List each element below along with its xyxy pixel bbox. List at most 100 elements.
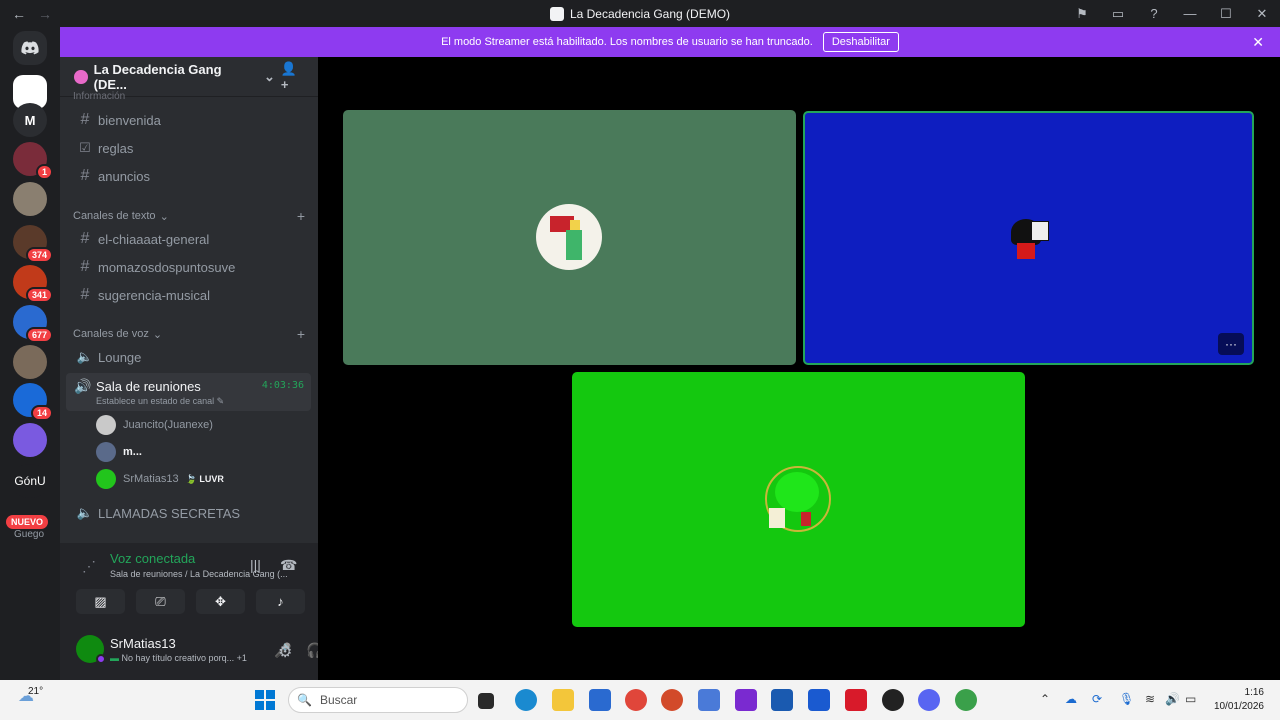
onedrive-icon[interactable]: ☁ <box>1065 692 1077 706</box>
server-icon[interactable]: M <box>13 103 47 137</box>
tile-user-2[interactable]: ··· <box>803 111 1254 365</box>
noise-suppression-icon[interactable]: ||| <box>250 557 261 573</box>
title-bar-controls: ⚑ ▭ ? — ☐ ✕ <box>1064 0 1280 27</box>
channel-bienvenida[interactable]: # bienvenida <box>68 107 310 133</box>
banner-text: El modo Streamer está habilitado. Los no… <box>441 36 813 48</box>
tile-user-1[interactable] <box>343 110 796 365</box>
taskbar-search[interactable]: 🔍 Buscar <box>288 687 468 713</box>
wifi-icon[interactable]: ≋ <box>1145 692 1155 706</box>
activities-icon[interactable]: ✥ <box>196 589 245 614</box>
camera-off-icon[interactable]: ▨ <box>76 589 125 614</box>
server-icon[interactable]: GónU <box>10 464 50 498</box>
app-icon[interactable] <box>771 689 793 711</box>
chevron-down-icon: ⌄ <box>152 328 163 341</box>
channel-reglas[interactable]: ☑ reglas <box>68 135 310 161</box>
back-arrow-icon[interactable]: ← <box>12 6 26 22</box>
server-icon[interactable]: 14 <box>13 383 53 421</box>
clipchamp-icon[interactable] <box>735 689 757 711</box>
channel-label: Sala de reuniones <box>96 379 201 394</box>
category-label: Canales de texto <box>73 210 156 222</box>
username[interactable]: SrMatias13 <box>110 636 176 651</box>
chevron-up-icon[interactable]: ⌃ <box>1040 692 1050 706</box>
voice-channel-sala[interactable]: 🔊 Sala de reuniones 4:03:36 Establece un… <box>66 373 311 411</box>
server-icon[interactable]: 1 <box>13 142 53 180</box>
channel-general[interactable]: # el-chiaaaat-general <box>68 226 310 252</box>
app-icon[interactable] <box>698 689 720 711</box>
store-icon[interactable] <box>589 689 611 711</box>
voice-user[interactable]: Juancito(Juanexe) <box>96 414 213 436</box>
wps-icon[interactable] <box>845 689 867 711</box>
server-icon[interactable]: 374 <box>13 225 53 263</box>
forward-arrow-icon[interactable]: → <box>38 6 52 22</box>
voice-user[interactable]: SrMatias13 🍃 LUVR <box>96 468 224 490</box>
obs-icon[interactable] <box>882 689 904 711</box>
edge-icon[interactable] <box>515 689 537 711</box>
custom-status[interactable]: ▬ No hay título creativo porq... +1 <box>110 653 247 663</box>
chrome-icon[interactable] <box>625 689 647 711</box>
disconnect-icon[interactable]: ☎ <box>280 557 297 574</box>
windows-start-icon[interactable] <box>255 690 275 710</box>
category-voice-channels[interactable]: Canales de voz ⌄ + <box>73 326 305 342</box>
discord-taskbar-icon[interactable] <box>918 689 940 711</box>
maximize-icon[interactable]: ☐ <box>1208 0 1244 27</box>
streamer-mode-banner: El modo Streamer está habilitado. Los no… <box>60 27 1280 57</box>
channel-momazos[interactable]: # momazosdospuntosuve <box>68 254 310 280</box>
voice-user[interactable]: m... <box>96 441 142 463</box>
discord-home-icon[interactable] <box>13 31 47 65</box>
task-view-icon[interactable] <box>478 693 494 709</box>
voice-user-name: SrMatias13 <box>123 473 179 485</box>
gear-icon[interactable]: ⚙ <box>278 642 292 662</box>
voice-connected-label[interactable]: Voz conectada <box>110 551 195 566</box>
screen-share-icon[interactable]: ⎚ <box>136 589 185 614</box>
battery-icon[interactable]: ▭ <box>1185 692 1196 706</box>
signal-icon[interactable]: ⋰ <box>82 558 96 575</box>
avatar <box>96 469 116 489</box>
flag-icon[interactable]: ⚑ <box>1064 0 1100 27</box>
channel-label: reglas <box>98 140 134 156</box>
speaker-locked-icon: 🔈 <box>76 505 94 520</box>
server-icon[interactable]: 341 <box>13 265 53 303</box>
new-sub-label: Guego <box>14 529 45 540</box>
inbox-icon[interactable]: ▭ <box>1100 0 1136 27</box>
weather-widget[interactable]: ☁ 21° <box>18 686 43 706</box>
system-clock[interactable]: 1:16 10/01/2026 <box>1214 686 1264 714</box>
word-icon[interactable] <box>808 689 830 711</box>
channel-anuncios[interactable]: # anuncios <box>68 163 310 189</box>
category-text-channels[interactable]: Canales de texto ⌄ + <box>73 208 305 224</box>
channel-label: sugerencia-musical <box>98 287 210 303</box>
mention-badge: 1 <box>35 164 53 180</box>
microphone-tray-icon[interactable]: 🎙 <box>1119 692 1134 706</box>
voice-action-buttons: ▨ ⎚ ✥ ♪ <box>76 589 305 614</box>
soundboard-icon[interactable]: ♪ <box>256 589 305 614</box>
voice-connected-location[interactable]: Sala de reuniones / La Decadencia Gang (… <box>110 569 288 579</box>
tile-user-3[interactable] <box>572 372 1025 627</box>
help-icon[interactable]: ? <box>1136 0 1172 27</box>
server-icon[interactable] <box>13 423 47 457</box>
close-window-icon[interactable]: ✕ <box>1244 0 1280 27</box>
add-channel-icon[interactable]: + <box>297 208 305 224</box>
server-rail: M 1 374 341 677 14 GónU NUEVO Guego <box>0 27 60 680</box>
channel-status[interactable]: Establece un estado de canal ✎ <box>96 396 224 407</box>
add-channel-icon[interactable]: + <box>297 326 305 342</box>
minimize-icon[interactable]: — <box>1172 0 1208 27</box>
chrome-profile-icon[interactable] <box>955 689 977 711</box>
clock-date: 10/01/2026 <box>1213 701 1264 712</box>
category-info[interactable]: Información <box>73 91 125 99</box>
file-explorer-icon[interactable] <box>552 689 574 711</box>
server-icon[interactable] <box>13 345 47 379</box>
invite-people-icon[interactable]: 👤+ <box>281 61 304 92</box>
more-options-icon[interactable]: ··· <box>1218 333 1244 355</box>
disable-streamer-button[interactable]: Deshabilitar <box>822 32 899 52</box>
voice-channel-llamadas[interactable]: 🔈 LLAMADAS SECRETAS <box>68 500 310 526</box>
channel-sugerencia[interactable]: # sugerencia-musical <box>68 282 310 308</box>
volume-icon[interactable]: 🔊 <box>1165 692 1180 706</box>
sync-icon[interactable]: ⟳ <box>1092 692 1102 706</box>
nav-buttons: ← → <box>0 6 52 22</box>
voice-channel-lounge[interactable]: 🔈 Lounge <box>68 344 310 370</box>
server-icon[interactable] <box>13 182 47 216</box>
close-icon[interactable]: ✕ <box>1252 34 1264 51</box>
window-title-text: La Decadencia Gang (DEMO) <box>569 6 731 21</box>
server-icon[interactable]: 677 <box>13 305 53 343</box>
voice-stage: ··· <box>318 57 1280 680</box>
powerpoint-icon[interactable] <box>661 689 683 711</box>
